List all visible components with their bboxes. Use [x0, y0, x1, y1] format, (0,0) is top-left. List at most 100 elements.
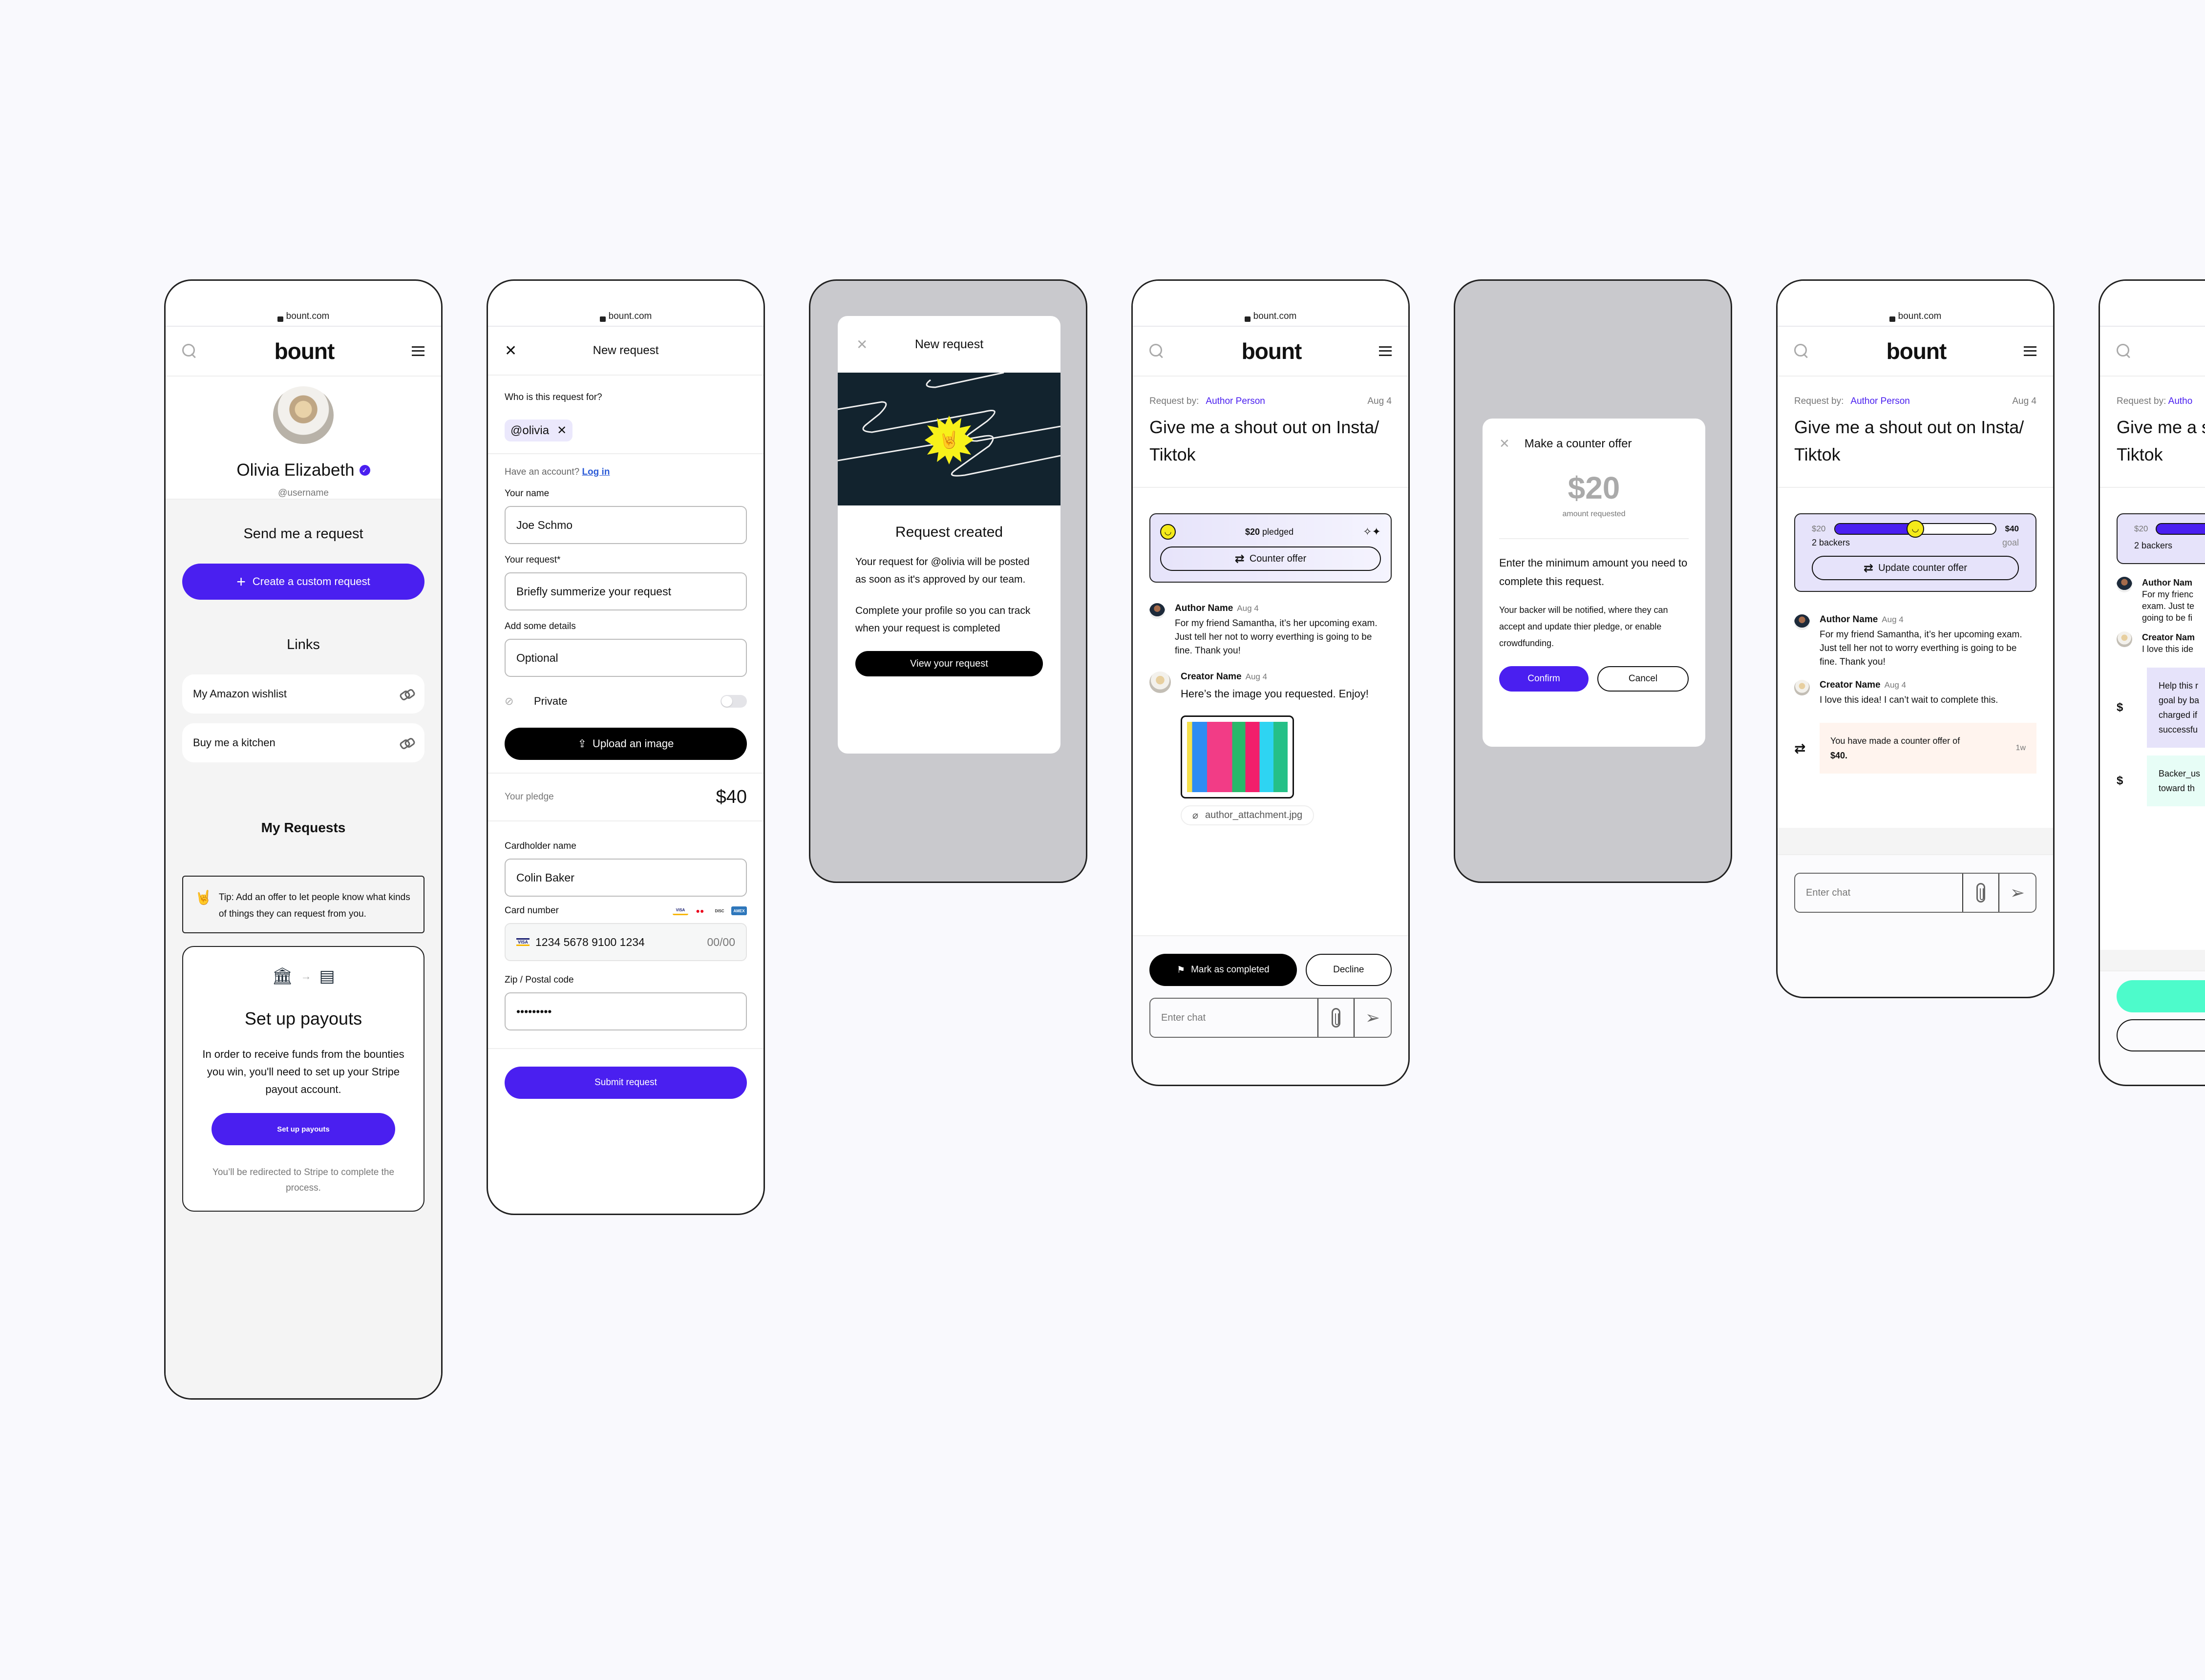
- hamburger-menu-icon[interactable]: [2024, 346, 2036, 356]
- swap-arrows-icon: ⇄: [1794, 740, 1806, 756]
- attachment-image[interactable]: [1181, 715, 1294, 798]
- upload-icon: ⇪: [577, 737, 587, 750]
- cancel-button[interactable]: Cancel: [1597, 666, 1689, 692]
- recipient-chip[interactable]: @olivia ✕: [505, 420, 573, 441]
- chat-input-bar: Enter chat ➢: [1794, 873, 2036, 913]
- back-request-button[interactable]: [2117, 980, 2205, 1012]
- create-custom-request-button[interactable]: + Create a custom request: [182, 564, 424, 600]
- card-brand-icons: VISA ●● DISC AMEX: [673, 906, 747, 915]
- send-button[interactable]: ➢: [1355, 999, 1391, 1037]
- bount-logo[interactable]: bount: [275, 338, 335, 364]
- mark-completed-button[interactable]: ⚑ Mark as completed: [1149, 954, 1297, 986]
- send-button[interactable]: ➢: [1999, 874, 2035, 912]
- notice-time: 1w: [2015, 744, 2026, 752]
- verified-badge-icon: ✓: [359, 465, 370, 476]
- author-link[interactable]: Autho: [2168, 396, 2193, 406]
- search-icon[interactable]: [1149, 344, 1164, 358]
- smiley-icon: ◡: [1160, 524, 1176, 540]
- my-requests-heading: My Requests: [261, 820, 346, 835]
- request-label: Your request*: [505, 555, 561, 565]
- chat-message: Creator Name Aug 4I love this idea! I can…: [1778, 680, 2053, 707]
- counter-offer-button[interactable]: ⇄ Counter offer: [1160, 546, 1381, 571]
- join-button[interactable]: Join: [2117, 1019, 2205, 1051]
- cardholder-input[interactable]: Colin Baker: [505, 859, 747, 897]
- crowdfund-card: $20 ◡ $40 2 backers goal ⇄ Update counter …: [1794, 513, 2036, 592]
- view-request-button[interactable]: View your request: [855, 651, 1043, 676]
- hamburger-menu-icon[interactable]: [412, 346, 424, 356]
- search-icon[interactable]: [182, 344, 197, 358]
- crowdfund-notice: $ Help this r goal by ba charged if successf…: [2117, 668, 2205, 748]
- search-icon[interactable]: [2117, 344, 2131, 358]
- eye-slash-icon: ⊘: [505, 695, 514, 707]
- remove-recipient-icon[interactable]: ✕: [557, 423, 567, 438]
- crowdfund-card: $20 2 backers: [2117, 513, 2205, 564]
- avatar: [273, 386, 334, 444]
- hamburger-menu-icon[interactable]: [1379, 346, 1392, 356]
- author-link[interactable]: Author Person: [1850, 396, 1909, 406]
- chat-message: Creator Nam I love this ide: [2117, 631, 2205, 655]
- zip-input[interactable]: •••••••••: [505, 992, 747, 1030]
- mastercard-icon: ●●: [692, 906, 708, 915]
- paperclip-icon: [1976, 883, 1985, 903]
- chat-message: Creator Name Aug 4 Here’s the image you re…: [1133, 672, 1408, 825]
- paperclip-icon: [1332, 1008, 1340, 1028]
- partial-crowdfund-screen: Request by: Autho Give me a s Tiktok $20 …: [2099, 279, 2205, 1086]
- request-date: Aug 4: [2012, 396, 2036, 406]
- details-input[interactable]: Optional: [505, 639, 747, 677]
- bount-logo[interactable]: bount: [1242, 338, 1302, 364]
- bount-logo[interactable]: bount: [1887, 338, 1947, 364]
- plus-icon: +: [236, 572, 246, 590]
- smiley-slider-handle[interactable]: ◡: [1907, 520, 1924, 538]
- submit-request-button[interactable]: Submit request: [505, 1067, 747, 1099]
- close-icon[interactable]: ✕: [856, 336, 868, 353]
- link-item[interactable]: My Amazon wishlist: [182, 674, 424, 714]
- attachment-chip[interactable]: ⌀ author_attachment.jpg: [1181, 805, 1315, 825]
- lock-icon: [1244, 316, 1251, 322]
- card-number-label: Card number: [505, 905, 559, 916]
- swap-arrows-icon: ⇄: [1234, 552, 1245, 566]
- requested-amount[interactable]: $20: [1499, 470, 1689, 506]
- close-icon[interactable]: ✕: [1499, 436, 1510, 451]
- chat-input[interactable]: Enter chat: [1795, 874, 1963, 912]
- card-number-input[interactable]: VISA 1234 5678 9100 1234 00/00: [505, 923, 747, 961]
- confirm-button[interactable]: Confirm: [1499, 666, 1589, 692]
- set-up-payouts-button[interactable]: Set up payouts: [212, 1113, 395, 1145]
- counter-offer-amount: $40.: [1830, 751, 1848, 760]
- request-created-heading: Request created: [895, 524, 1003, 540]
- chat-input-bar: Enter chat ➢: [1149, 998, 1392, 1038]
- amount-label: amount requested: [1562, 510, 1626, 518]
- request-meta: Request by: Author Person Aug 4: [1794, 396, 2036, 406]
- author-link[interactable]: Author Person: [1206, 396, 1265, 406]
- name-input[interactable]: Joe Schmo: [505, 506, 747, 544]
- login-link[interactable]: Log in: [582, 467, 610, 477]
- update-counter-offer-button[interactable]: ⇄ Update counter offer: [1812, 556, 2019, 580]
- request-title: Give me a shout out on Insta/ Tiktok: [1778, 407, 2053, 488]
- link-item[interactable]: Buy me a kitchen: [182, 723, 424, 762]
- private-toggle[interactable]: [721, 695, 747, 708]
- paper-plane-icon: ➢: [2010, 882, 2025, 903]
- close-icon[interactable]: ✕: [505, 342, 517, 359]
- chat-input[interactable]: Enter chat: [1150, 999, 1318, 1037]
- lock-icon: [1889, 316, 1895, 322]
- url-bar[interactable]: bount.com: [488, 281, 763, 327]
- min-amount: $20: [1812, 524, 1826, 533]
- form-header: ✕ New request: [488, 327, 763, 376]
- form-title: New request: [593, 344, 659, 357]
- search-icon[interactable]: [1794, 344, 1809, 358]
- name-label: Your name: [505, 488, 550, 499]
- visa-icon: VISA: [673, 906, 688, 915]
- new-request-screen: bount.com ✕ New request Who is this requ…: [487, 279, 765, 1215]
- profile-body: Send me a request + Create a custom reque…: [166, 499, 441, 1398]
- attach-button[interactable]: [1318, 999, 1355, 1037]
- url-bar[interactable]: bount.com: [1778, 281, 2053, 327]
- url-bar[interactable]: bount.com: [166, 281, 441, 327]
- request-created-body: Your request for @olivia will be posted …: [855, 556, 1030, 585]
- attach-button[interactable]: [1963, 874, 1999, 912]
- request-input[interactable]: Briefly summerize your request: [505, 572, 747, 610]
- card-expiry: 00/00: [707, 935, 735, 948]
- sparkle-icon: ✧✦: [1363, 525, 1381, 538]
- url-bar[interactable]: bount.com: [1133, 281, 1408, 327]
- top-nav: bount: [1133, 327, 1408, 377]
- upload-image-button[interactable]: ⇪ Upload an image: [505, 728, 747, 760]
- decline-button[interactable]: Decline: [1305, 954, 1392, 986]
